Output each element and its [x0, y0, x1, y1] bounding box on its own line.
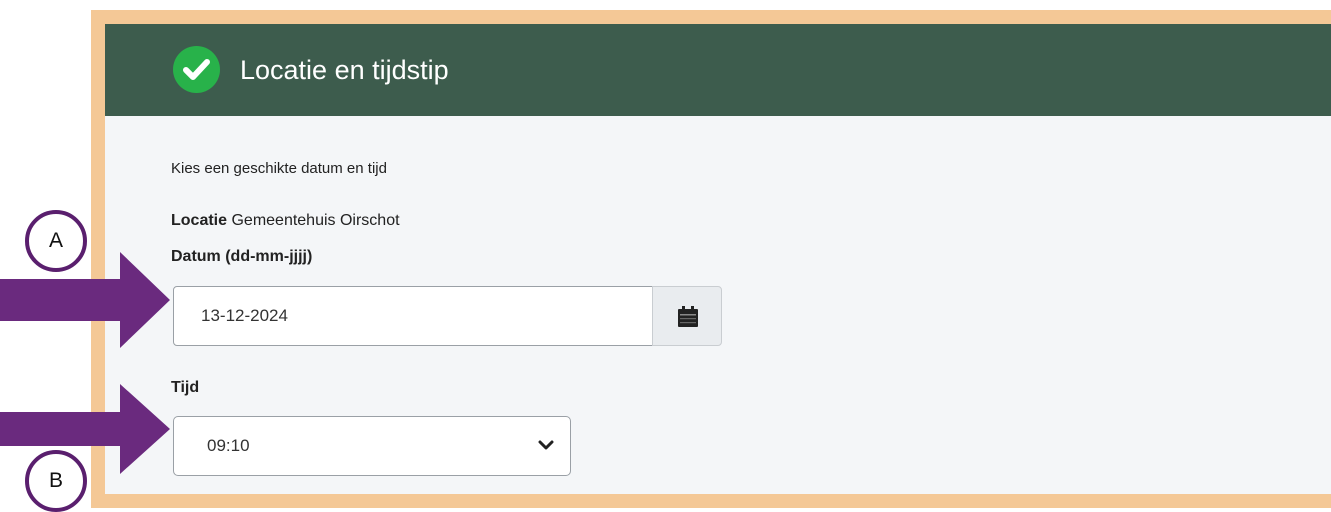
arrow-b — [0, 384, 170, 474]
calendar-button[interactable] — [652, 286, 722, 346]
form-content: Kies een geschikte datum en tijd Locatie… — [105, 116, 1331, 494]
calendar-icon — [678, 306, 698, 327]
time-label: Tijd — [171, 379, 200, 396]
location-label: Locatie — [171, 212, 228, 229]
chevron-down-icon — [538, 440, 554, 450]
section-title: Locatie en tijdstip — [240, 55, 449, 85]
time-select-value: 09:10 — [207, 436, 250, 455]
intro-text: Kies een geschikte datum en tijd — [171, 160, 387, 177]
location-value: Gemeentehuis Oirschot — [231, 212, 400, 229]
section-header: Locatie en tijdstip — [105, 24, 1331, 116]
date-label: Datum (dd-mm-jjjj) — [171, 248, 313, 265]
marker-b: B — [25, 450, 87, 512]
form-panel: Locatie en tijdstip Kies een geschikte d… — [91, 10, 1331, 508]
time-select[interactable]: 09:10 — [173, 416, 571, 476]
date-input[interactable]: 13-12-2024 — [173, 286, 653, 346]
arrow-a — [0, 252, 170, 348]
location-line: Locatie Gemeentehuis Oirschot — [171, 212, 400, 230]
check-circle-icon — [173, 46, 220, 93]
